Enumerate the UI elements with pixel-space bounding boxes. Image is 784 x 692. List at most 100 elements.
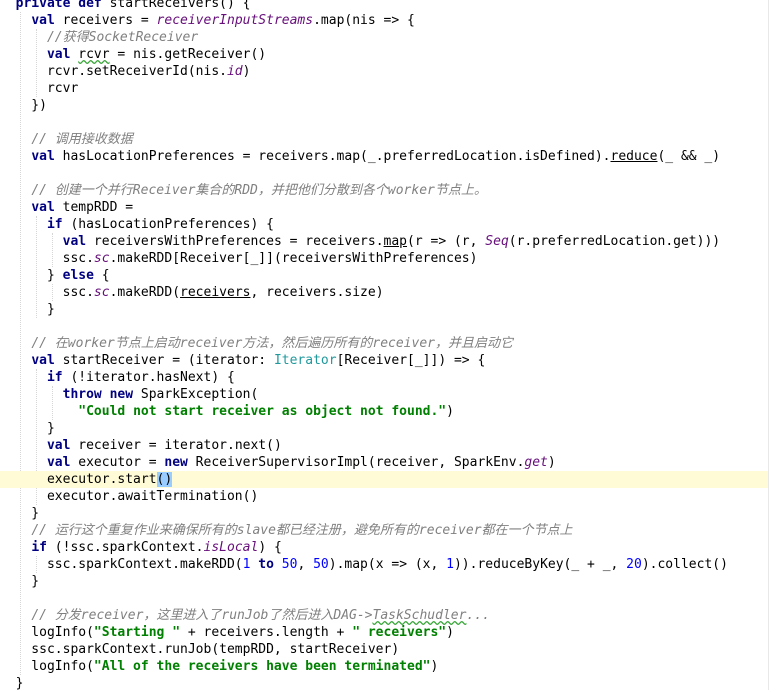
code-token: ) bbox=[446, 404, 454, 419]
code-line[interactable]: // 在worker节点上启动receiver方法，然后遍历所有的receive… bbox=[0, 335, 768, 352]
code-token: startReceivers() { bbox=[101, 0, 251, 11]
code-token: ReceiverSupervisorImpl(receiver, SparkEn… bbox=[187, 455, 525, 470]
code-line[interactable]: logInfo("Starting " + receivers.length +… bbox=[0, 624, 768, 641]
code-token: , receivers.size) bbox=[250, 285, 384, 300]
code-token: + receivers.length + bbox=[180, 625, 353, 640]
code-line[interactable]: } bbox=[0, 301, 768, 318]
code-editor[interactable]: private def startReceivers() { val recei… bbox=[0, 0, 784, 692]
code-line[interactable]: }) bbox=[0, 97, 768, 114]
code-line-current[interactable]: executor.start() bbox=[0, 471, 768, 488]
code-line[interactable]: ssc.sc.makeRDD[Receiver[_]](receiversWit… bbox=[0, 250, 768, 267]
code-line[interactable]: ssc.sparkContext.runJob(tempRDD, startRe… bbox=[0, 641, 768, 658]
code-token: Iterator bbox=[273, 353, 337, 368]
code-token: }) bbox=[0, 98, 47, 113]
code-token: val bbox=[31, 200, 55, 215]
code-token: .makeRDD( bbox=[109, 285, 181, 300]
code-line[interactable]: if (!ssc.sparkContext.isLocal) { bbox=[0, 539, 768, 556]
code-line[interactable]: "Could not start receiver as object not … bbox=[0, 403, 768, 420]
code-token: ) bbox=[430, 659, 439, 674]
code-token: startReceiver = (iterator: bbox=[54, 353, 274, 368]
code-token: val bbox=[46, 47, 71, 62]
code-token: .map(nis => { bbox=[313, 13, 415, 28]
code-line[interactable]: val startReceiver = (iterator: Iterator[… bbox=[0, 352, 768, 369]
code-line[interactable] bbox=[0, 165, 768, 182]
code-token: = nis.getReceiver() bbox=[109, 47, 267, 62]
code-line[interactable]: // 创建一个并行Receiver集合的RDD，并把他们分散到各个worker节… bbox=[0, 182, 768, 199]
code-token: "Could not start receiver as object not … bbox=[78, 404, 447, 419]
code-token: (_ && _) bbox=[657, 149, 721, 164]
code-line[interactable]: } else { bbox=[0, 267, 768, 284]
code-token: 50 bbox=[281, 557, 298, 572]
code-token: // 在worker节点上启动receiver方法，然后遍历所有的receive… bbox=[31, 336, 513, 351]
code-token: } bbox=[0, 302, 55, 317]
code-line[interactable] bbox=[0, 114, 768, 131]
code-token: ssc.sparkContext.makeRDD( bbox=[0, 557, 243, 572]
code-token: //获得SocketReceiver bbox=[46, 30, 199, 45]
code-line[interactable]: throw new SparkException( bbox=[0, 386, 768, 403]
code-line[interactable]: } bbox=[0, 573, 768, 590]
code-token: ssc.sparkContext.runJob(tempRDD, startRe… bbox=[0, 642, 400, 657]
code-token: receivers bbox=[180, 285, 251, 300]
code-line[interactable]: rcvr bbox=[0, 80, 768, 97]
code-token: ).collect() bbox=[641, 557, 728, 572]
code-line[interactable]: // 调用接收数据 bbox=[0, 131, 768, 148]
code-token: [Receiver[_]]) => { bbox=[336, 353, 486, 368]
code-token: , bbox=[297, 557, 314, 572]
code-token: val bbox=[31, 149, 55, 164]
code-token: 1 bbox=[446, 557, 454, 572]
code-line[interactable]: ssc.sc.makeRDD(receivers, receivers.size… bbox=[0, 284, 768, 301]
code-line[interactable]: } bbox=[0, 505, 768, 522]
code-line[interactable]: val rcvr = nis.getReceiver() bbox=[0, 46, 768, 63]
code-line[interactable]: logInfo("All of the receivers have been … bbox=[0, 658, 768, 675]
code-token: executor.awaitTermination() bbox=[0, 489, 259, 504]
code-line[interactable] bbox=[0, 590, 768, 607]
code-line[interactable]: if (!iterator.hasNext) { bbox=[0, 369, 768, 386]
code-token: val bbox=[46, 455, 71, 470]
code-token: ) bbox=[242, 64, 251, 79]
code-line[interactable]: val receivers = receiverInputStreams.map… bbox=[0, 12, 768, 29]
code-token: ) bbox=[547, 455, 556, 470]
code-token: 50 bbox=[313, 557, 329, 572]
code-token: (!iterator.hasNext) { bbox=[62, 370, 235, 385]
code-line[interactable]: val executor = new ReceiverSupervisorImp… bbox=[0, 454, 768, 471]
code-token: if bbox=[31, 540, 47, 555]
code-token: (hasLocationPreferences) { bbox=[62, 217, 274, 232]
code-line[interactable]: val tempRDD = bbox=[0, 199, 768, 216]
code-line[interactable]: private def startReceivers() { bbox=[0, 0, 768, 12]
code-line[interactable]: val receiversWithPreferences = receivers… bbox=[0, 233, 768, 250]
code-token: ) bbox=[446, 625, 454, 640]
code-token: if bbox=[46, 217, 63, 232]
code-token: tempRDD = bbox=[54, 200, 134, 215]
code-token: else bbox=[62, 268, 94, 283]
code-line[interactable]: executor.awaitTermination() bbox=[0, 488, 768, 505]
code-line[interactable] bbox=[0, 318, 768, 335]
code-token: reduce bbox=[610, 149, 658, 164]
code-token: receiverInputStreams bbox=[156, 13, 314, 28]
code-token: ).map(x => (x, bbox=[328, 557, 447, 572]
code-token: executor = bbox=[70, 455, 165, 470]
code-token: sc bbox=[93, 251, 110, 266]
code-line[interactable]: } bbox=[0, 675, 768, 692]
code-token: // 创建一个并行Receiver集合的RDD，并把他们分散到各个worker节… bbox=[31, 183, 487, 198]
code-line[interactable]: // 分发receiver，这里进入了runJob了然后进入DAG->TaskS… bbox=[0, 607, 768, 624]
code-token: } bbox=[0, 506, 40, 521]
code-line[interactable]: } bbox=[0, 420, 768, 437]
code-line[interactable]: rcvr.setReceiverId(nis.id) bbox=[0, 63, 768, 80]
code-line[interactable]: val receiver = iterator.next() bbox=[0, 437, 768, 454]
code-line[interactable]: // 运行这个重复作业来确保所有的slave都已经注册，避免所有的receive… bbox=[0, 522, 768, 539]
code-token: rcvr bbox=[78, 47, 110, 62]
code-line[interactable]: if (hasLocationPreferences) { bbox=[0, 216, 768, 233]
code-line[interactable]: //获得SocketReceiver bbox=[0, 29, 768, 46]
code-line[interactable]: ssc.sparkContext.makeRDD(1 to 50, 50).ma… bbox=[0, 556, 768, 573]
code-line[interactable]: val hasLocationPreferences = receivers.m… bbox=[0, 148, 768, 165]
code-token: )).reduceByKey(_ + _, bbox=[453, 557, 627, 572]
code-token: receivers = bbox=[54, 13, 157, 28]
